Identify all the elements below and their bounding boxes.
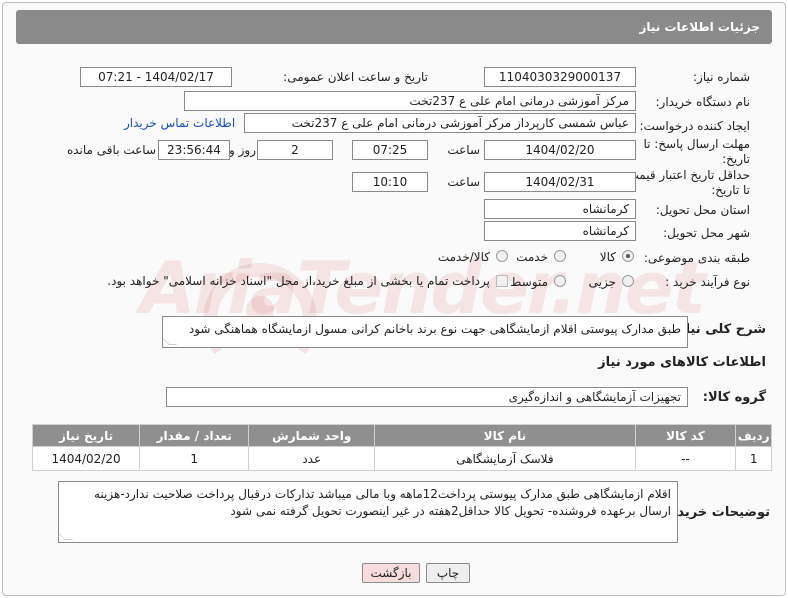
table-row: 1 -- فلاسک آزمایشگاهی عدد 1 1404/02/20 [31, 446, 772, 471]
city-field: کرمانشاه [484, 221, 636, 241]
purchase-radio-medium[interactable] [554, 275, 566, 287]
need-number-field: 1104030329000137 [484, 67, 636, 87]
resize-grip-icon[interactable] [57, 532, 73, 540]
cell-quantity: 1 [139, 446, 250, 471]
validity-date-field: 1404/02/31 [484, 172, 636, 192]
cell-unit: عدد [248, 446, 376, 471]
category-label: طبقه بندی موضوعی: [643, 251, 750, 265]
province-field: کرمانشاه [484, 199, 636, 219]
reply-time-label: ساعت [447, 143, 480, 157]
back-button[interactable]: بازگشت [362, 563, 420, 583]
treasury-note: پرداخت تمام یا بخشی از مبلغ خرید،از محل … [107, 274, 490, 288]
col-unit: واحد شمارش [248, 424, 376, 447]
category-radio-goods[interactable] [622, 250, 634, 262]
goods-group-field: تجهیزات آزمایشگاهی و اندازه‌گیری [166, 387, 688, 407]
creator-label: ایجاد کننده درخواست: [639, 119, 750, 133]
cell-goods-name: فلاسک آزمایشگاهی [374, 446, 636, 471]
reply-deadline-label-2: تاریخ: [722, 152, 750, 166]
category-option-goods: کالا [599, 250, 616, 264]
purchase-type-label: نوع فرآیند خرید : [665, 275, 750, 289]
category-option-goods-service: کالا/خدمت [437, 250, 490, 264]
col-goods-name: نام کالا [374, 424, 636, 447]
description-text: طبق مدارک پیوستی اقلام ازمایشگاهی جهت نو… [188, 322, 681, 336]
description-textarea[interactable]: طبق مدارک پیوستی اقلام ازمایشگاهی جهت نو… [161, 316, 688, 348]
days-field: 2 [257, 140, 333, 160]
goods-info-title: اطلاعات کالاهای مورد نیاز [598, 355, 766, 370]
category-radio-goods-service[interactable] [496, 250, 508, 262]
reply-deadline-label: مهلت ارسال پاسخ: تا [643, 137, 750, 151]
cell-row-number: 1 [735, 446, 772, 471]
purchase-option-medium: متوسط [510, 275, 548, 289]
goods-group-label: گروه کالا: [702, 390, 766, 405]
contact-info-link[interactable]: اطلاعات تماس خریدار [124, 116, 235, 130]
buyer-notes-textarea[interactable]: اقلام ازمایشگاهی طبق مدارک پیوستی پرداخت… [57, 481, 678, 543]
creator-field: عباس شمسی کارپرداز مرکز آموزشی درمانی ام… [244, 113, 636, 133]
page-title: جزئیات اطلاعات نیاز [639, 20, 760, 34]
remaining-time-field: 23:56:44 [158, 140, 230, 160]
cell-goods-code: -- [634, 446, 737, 471]
page-header: جزئیات اطلاعات نیاز [16, 10, 772, 44]
treasury-checkbox[interactable] [496, 275, 508, 287]
validity-time-label: ساعت [447, 175, 480, 189]
col-need-date: تاریخ نیاز [31, 424, 141, 447]
category-option-service: خدمت [516, 250, 548, 264]
city-label: شهر محل تحویل: [663, 226, 750, 240]
purchase-option-partial: جزیی [588, 275, 616, 289]
reply-date-field: 1404/02/20 [484, 140, 636, 160]
col-row-number: ردیف [735, 424, 772, 447]
remaining-label: ساعت باقی مانده [66, 143, 156, 157]
price-validity-label: حداقل تاریخ اعتبار قیمت: [623, 168, 750, 182]
reply-time-field: 07:25 [352, 140, 428, 160]
goods-table: ردیف کد کالا نام کالا واحد شمارش تعداد /… [31, 424, 772, 471]
price-validity-label-2: تا تاریخ: [711, 183, 750, 197]
cell-need-date: 1404/02/20 [31, 446, 141, 471]
announce-label: تاریخ و ساعت اعلان عمومی: [283, 70, 428, 84]
need-number-label: شماره نیاز: [693, 70, 750, 84]
category-radio-service[interactable] [554, 250, 566, 262]
resize-grip-icon[interactable] [161, 337, 177, 345]
purchase-radio-partial[interactable] [622, 275, 634, 287]
col-quantity: تعداد / مقدار [139, 424, 250, 447]
days-label: روز و [229, 143, 256, 157]
buyer-org-label: نام دستگاه خریدار: [655, 95, 751, 109]
announce-field: 1404/02/17 - 07:21 [80, 67, 232, 87]
table-header-row: ردیف کد کالا نام کالا واحد شمارش تعداد /… [31, 424, 772, 447]
buyer-notes-text: اقلام ازمایشگاهی طبق مدارک پیوستی پرداخت… [93, 487, 671, 518]
buyer-org-field: مرکز آموزشی درمانی امام علی ع 237تخت [184, 91, 636, 111]
validity-time-field: 10:10 [352, 172, 428, 192]
col-goods-code: کد کالا [634, 424, 737, 447]
print-button[interactable]: چاپ [426, 563, 470, 583]
province-label: استان محل تحویل: [655, 203, 750, 217]
